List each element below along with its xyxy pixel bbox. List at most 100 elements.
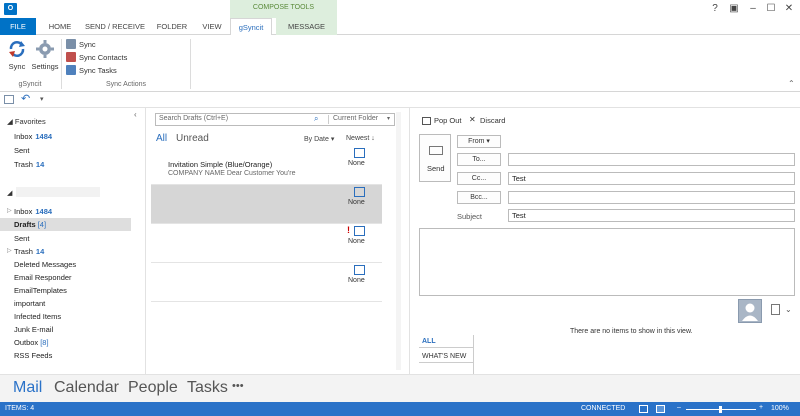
minimize-button[interactable]: – [746, 2, 760, 16]
outlook-app-icon[interactable]: O [4, 3, 17, 15]
to-button[interactable]: To... [457, 153, 501, 166]
favorite-inbox[interactable]: Inbox 1484 [14, 131, 52, 143]
tab-file[interactable]: FILE [0, 18, 36, 35]
filter-all[interactable]: All [156, 133, 167, 144]
message-list-scrollbar[interactable] [396, 112, 401, 370]
send-button[interactable]: Send [419, 134, 451, 182]
message-row[interactable]: Invitation Simple (Blue/Orange) COMPANY … [151, 146, 382, 185]
send-receive-all-icon[interactable] [4, 95, 14, 104]
discard-button[interactable]: Discard [480, 116, 505, 125]
message-body-editor[interactable] [419, 228, 795, 296]
tab-folder[interactable]: FOLDER [152, 18, 192, 35]
chevron-down-icon[interactable]: ⌄ [785, 305, 792, 314]
expand-trash-icon[interactable]: ▷ [7, 247, 12, 254]
folder-label: Inbox [14, 132, 33, 141]
cc-button[interactable]: Cc... [457, 172, 501, 185]
favorite-sent[interactable]: Sent [14, 145, 29, 157]
tab-view[interactable]: VIEW [197, 18, 227, 35]
folder-pane: ‹ ◢ Favorites Inbox 1484 Sent Trash 14 ◢ ▷… [0, 108, 146, 374]
folder-junk-email[interactable]: Junk E-mail [14, 324, 53, 336]
favorites-header-label: Favorites [14, 117, 46, 126]
pop-out-button[interactable]: Pop Out [434, 116, 462, 125]
people-pane-toggle-icon[interactable] [771, 304, 780, 315]
zoom-slider-thumb[interactable] [719, 406, 722, 413]
cc-field[interactable]: Test [508, 172, 795, 185]
nav-tasks[interactable]: Tasks [187, 379, 228, 397]
search-input[interactable]: Search Drafts (Ctrl+E) [159, 115, 228, 122]
folder-rss-feeds[interactable]: RSS Feeds [14, 350, 52, 362]
nav-more-ellipsis-icon[interactable]: ••• [232, 380, 244, 392]
maximize-button[interactable]: ☐ [764, 2, 778, 16]
customize-qat-icon[interactable]: ▾ [40, 95, 44, 103]
sync-tasks-button[interactable]: Sync Tasks [66, 64, 117, 76]
chevron-down-icon[interactable]: ▾ [387, 115, 390, 122]
tab-message[interactable]: MESSAGE [276, 18, 337, 35]
nav-calendar[interactable]: Calendar [54, 379, 119, 397]
zoom-in-button[interactable]: + [759, 404, 763, 411]
category-status: None [348, 199, 365, 206]
subject-field[interactable]: Test [508, 209, 795, 222]
sync-tasks-label: Sync Tasks [79, 65, 117, 75]
people-tab-all[interactable]: ALL [419, 335, 473, 348]
folder-trash[interactable]: Trash 14 [14, 246, 44, 258]
sort-order-toggle[interactable]: Newest ↓ [346, 135, 375, 142]
account-expand-icon[interactable]: ◢ [7, 189, 12, 197]
help-button[interactable]: ? [708, 2, 722, 16]
favorite-trash[interactable]: Trash 14 [14, 159, 44, 171]
unread-count: 1484 [35, 207, 53, 216]
folder-sent[interactable]: Sent [14, 233, 29, 245]
reading-view-icon[interactable] [656, 405, 665, 413]
message-row[interactable]: None [151, 263, 382, 302]
sync-contacts-button[interactable]: Sync Contacts [66, 51, 127, 63]
filter-unread[interactable]: Unread [176, 133, 209, 144]
zoom-out-button[interactable]: – [677, 404, 681, 411]
folder-deleted-messages[interactable]: Deleted Messages [14, 259, 76, 271]
message-row-selected[interactable]: None [151, 185, 382, 224]
sync-label: Sync [8, 62, 26, 71]
settings-button[interactable]: Settings [30, 39, 60, 71]
folder-drafts[interactable]: Drafts [4] [14, 219, 46, 231]
tab-gsyncit[interactable]: gSyncit [230, 18, 272, 36]
from-button[interactable]: From ▾ [457, 135, 501, 148]
sort-order-label: Newest [346, 135, 370, 142]
sync-small-button[interactable]: Sync [66, 38, 96, 50]
people-tab-whats-new[interactable]: WHAT'S NEW [419, 350, 473, 363]
folder-email-responder[interactable]: Email Responder [14, 272, 72, 284]
collapse-folder-pane-icon[interactable]: ‹ [134, 110, 137, 119]
nav-people[interactable]: People [128, 379, 178, 397]
folder-inbox[interactable]: Inbox 1484 [14, 206, 52, 218]
close-button[interactable]: ✕ [782, 2, 796, 16]
ribbon-display-options-button[interactable]: ▣ [727, 2, 741, 16]
folder-outbox[interactable]: Outbox [8] [14, 337, 49, 349]
discard-icon[interactable]: ✕ [469, 115, 476, 124]
triangle-down-icon: ◢ [7, 117, 15, 126]
folder-infected-items[interactable]: Infected Items [14, 311, 61, 323]
search-box[interactable]: Search Drafts (Ctrl+E) ⌕ Current Folder … [155, 113, 395, 126]
zoom-level[interactable]: 100% [771, 405, 789, 412]
chevron-down-icon: ▾ [486, 138, 490, 145]
sort-by-label: By Date [304, 136, 329, 143]
contact-avatar[interactable] [738, 299, 762, 323]
folder-important[interactable]: important [14, 298, 45, 310]
undo-icon[interactable]: ↶ [21, 92, 30, 105]
tasks-icon [66, 65, 76, 75]
tab-send-receive[interactable]: SEND / RECEIVE [84, 18, 146, 35]
subject-label: Subject [457, 212, 483, 221]
contacts-icon [66, 52, 76, 62]
bcc-button[interactable]: Bcc... [457, 191, 501, 204]
sync-button[interactable]: Sync [3, 39, 31, 71]
normal-view-icon[interactable] [639, 405, 648, 413]
search-icon[interactable]: ⌕ [314, 114, 318, 124]
expand-inbox-icon[interactable]: ▷ [7, 207, 12, 214]
message-row[interactable]: ! None [151, 224, 382, 263]
sort-by-dropdown[interactable]: By Date ▾ [304, 135, 334, 143]
nav-mail[interactable]: Mail [13, 379, 42, 397]
folder-email-templates[interactable]: EmailTemplates [14, 285, 67, 297]
search-scope-dropdown[interactable]: Current Folder [333, 115, 378, 122]
favorites-header[interactable]: ◢ Favorites [7, 117, 46, 126]
bcc-field[interactable] [508, 191, 795, 204]
collapse-ribbon-icon[interactable]: ⌃ [788, 79, 795, 88]
pop-out-icon[interactable] [422, 117, 431, 125]
tab-home[interactable]: HOME [42, 18, 78, 35]
to-field[interactable] [508, 153, 795, 166]
